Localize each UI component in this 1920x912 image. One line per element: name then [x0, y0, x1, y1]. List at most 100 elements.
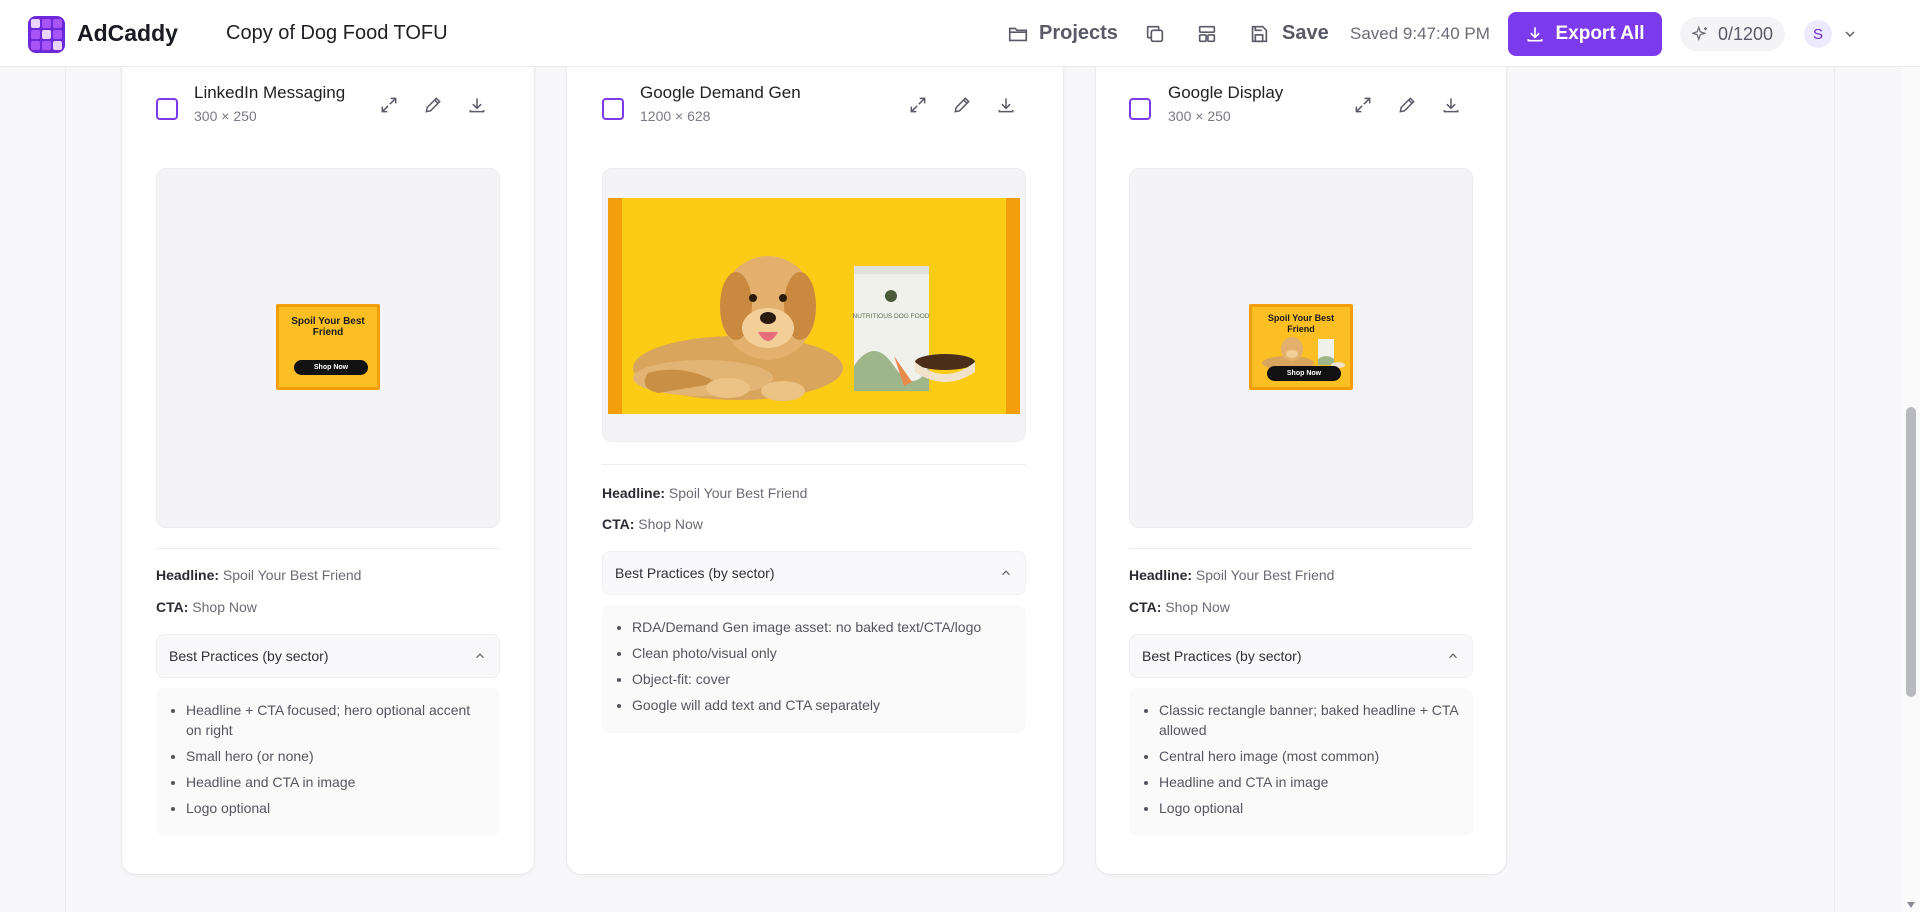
download-button[interactable]: [995, 94, 1017, 116]
save-label: Save: [1282, 22, 1329, 44]
saved-status: Saved 9:47:40 PM: [1350, 23, 1490, 43]
list-item: Small hero (or none): [186, 746, 488, 766]
ad-creative: Spoil Your Best Friend Shop Now: [276, 304, 380, 390]
edit-button[interactable]: [951, 94, 973, 116]
ad-cta-button: Shop Now: [294, 360, 368, 375]
list-item: Object-fit: cover: [632, 669, 1014, 689]
select-checkbox[interactable]: [156, 98, 178, 120]
list-item: Headline and CTA in image: [186, 772, 488, 792]
divider: [602, 464, 1026, 465]
dog-illustration: [633, 256, 843, 401]
scroll-down-arrow-icon[interactable]: [1907, 902, 1915, 908]
pencil-icon: [425, 97, 441, 113]
download-button[interactable]: [466, 94, 488, 116]
expand-button[interactable]: [907, 94, 929, 116]
ad-card-google-display: Google Display 300 × 250 Spoil Your Best…: [1096, 50, 1506, 874]
headline-label: Headline:: [602, 485, 666, 501]
expand-icon: [910, 97, 926, 113]
account-menu-toggle[interactable]: [1842, 26, 1858, 47]
headline-meta: Headline: Spoil Your Best Friend: [156, 567, 361, 583]
list-item: Logo optional: [186, 798, 488, 818]
duplicate-button[interactable]: [1144, 0, 1166, 67]
cta-value: Shop Now: [1165, 599, 1230, 615]
card-dimensions: 1200 × 628: [640, 108, 711, 124]
credits-count: 0/1200: [1718, 23, 1774, 44]
best-practices-toggle[interactable]: Best Practices (by sector): [602, 551, 1026, 595]
projects-label: Projects: [1039, 22, 1118, 44]
ad-card-linkedin-messaging: LinkedIn Messaging 300 × 250 Spoil Your …: [122, 50, 534, 874]
list-item: Logo optional: [1159, 798, 1461, 818]
headline-value: Spoil Your Best Friend: [668, 485, 808, 501]
adcaddy-logo-icon[interactable]: [28, 16, 65, 53]
pencil-icon: [954, 97, 970, 113]
save-icon: [1251, 25, 1268, 42]
ad-preview[interactable]: Spoil Your Best Friend Shop Now: [156, 168, 500, 528]
best-practices-toggle[interactable]: Best Practices (by sector): [1129, 634, 1473, 678]
chevron-up-icon: [1002, 570, 1010, 576]
cta-label: CTA:: [602, 516, 635, 532]
save-button[interactable]: Save: [1248, 0, 1329, 67]
edit-button[interactable]: [422, 94, 444, 116]
list-item: Classic rectangle banner; baked headline…: [1159, 700, 1461, 740]
cta-label: CTA:: [1129, 599, 1162, 615]
credits-badge[interactable]: 0/1200: [1680, 17, 1786, 51]
edit-button[interactable]: [1396, 94, 1418, 116]
cta-meta: CTA: Shop Now: [1129, 599, 1230, 615]
list-item: Google will add text and CTA separately: [632, 695, 1014, 715]
best-practices-label: Best Practices (by sector): [615, 565, 775, 581]
headline-label: Headline:: [156, 567, 220, 583]
select-checkbox[interactable]: [602, 98, 624, 120]
folder-icon: [1008, 27, 1028, 41]
headline-label: Headline:: [1129, 567, 1193, 583]
export-all-button[interactable]: Export All: [1508, 12, 1662, 56]
best-practices-list: Headline + CTA focused; hero optional ac…: [156, 688, 500, 836]
download-icon: [998, 98, 1014, 113]
card-actions: [1352, 94, 1462, 116]
list-item: Headline + CTA focused; hero optional ac…: [186, 700, 488, 740]
layout-button[interactable]: [1196, 0, 1218, 67]
headline-value: Spoil Your Best Friend: [1195, 567, 1335, 583]
ad-preview[interactable]: Spoil Your Best Friend Shop Now: [1129, 168, 1473, 528]
bag-label: NUTRITIOUS DOG FOOD: [853, 313, 930, 320]
expand-button[interactable]: [378, 94, 400, 116]
user-avatar[interactable]: S: [1804, 20, 1832, 48]
card-dimensions: 300 × 250: [1168, 108, 1231, 124]
top-bar: AdCaddy Copy of Dog Food TOFU Projects S…: [0, 0, 1920, 67]
ad-creative: Spoil Your Best Friend Shop Now: [1249, 304, 1353, 390]
expand-icon: [1355, 97, 1371, 113]
scrollbar-thumb[interactable]: [1906, 407, 1916, 697]
brand-name[interactable]: AdCaddy: [77, 20, 178, 47]
cta-meta: CTA: Shop Now: [156, 599, 257, 615]
download-button[interactable]: [1440, 94, 1462, 116]
best-practices-label: Best Practices (by sector): [169, 648, 329, 664]
card-actions: [907, 94, 1017, 116]
list-item: Central hero image (most common): [1159, 746, 1461, 766]
headline-value: Spoil Your Best Friend: [222, 567, 362, 583]
cta-meta: CTA: Shop Now: [602, 516, 703, 532]
page-scrollbar[interactable]: [1902, 67, 1920, 912]
ad-card-google-demand-gen: Google Demand Gen 1200 × 628 NUTRITIOUS …: [567, 50, 1063, 874]
card-title: LinkedIn Messaging: [194, 83, 346, 102]
copy-icon: [1146, 25, 1164, 42]
download-icon: [469, 98, 485, 113]
pencil-icon: [1399, 97, 1415, 113]
project-title[interactable]: Copy of Dog Food TOFU: [226, 22, 448, 45]
ad-preview[interactable]: NUTRITIOUS DOG FOOD: [602, 168, 1026, 442]
headline-meta: Headline: Spoil Your Best Friend: [1129, 567, 1334, 583]
best-practices-toggle[interactable]: Best Practices (by sector): [156, 634, 500, 678]
projects-button[interactable]: Projects: [1007, 0, 1118, 67]
export-all-label: Export All: [1555, 23, 1645, 44]
list-item: Headline and CTA in image: [1159, 772, 1461, 792]
chevron-down-icon: [1845, 31, 1855, 37]
headline-meta: Headline: Spoil Your Best Friend: [602, 485, 807, 501]
best-practices-label: Best Practices (by sector): [1142, 648, 1302, 664]
list-item: RDA/Demand Gen image asset: no baked tex…: [632, 617, 1014, 637]
expand-button[interactable]: [1352, 94, 1374, 116]
ad-cta-button: Shop Now: [1267, 366, 1341, 381]
card-actions: [378, 94, 488, 116]
best-practices-list: Classic rectangle banner; baked headline…: [1129, 688, 1473, 836]
download-icon: [1443, 98, 1459, 113]
select-checkbox[interactable]: [1129, 98, 1151, 120]
list-item: Clean photo/visual only: [632, 643, 1014, 663]
cta-label: CTA:: [156, 599, 189, 615]
